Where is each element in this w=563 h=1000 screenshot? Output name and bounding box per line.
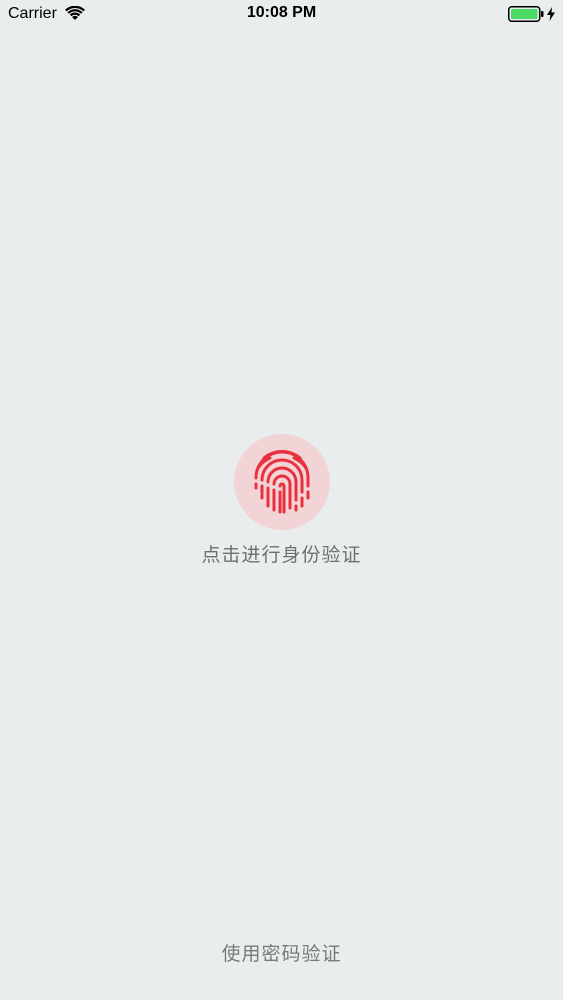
battery-group xyxy=(508,6,555,22)
screen: Carrier 10:08 PM 点击进行身份验证 使用密码验证 xyxy=(0,0,563,1000)
auth-prompt: 点击进行身份验证 xyxy=(201,544,362,566)
use-password-button[interactable]: 使用密码验证 xyxy=(0,939,563,966)
use-password-label: 使用密码验证 xyxy=(221,943,342,965)
battery-icon xyxy=(508,6,544,22)
status-bar: Carrier 10:08 PM xyxy=(0,0,563,30)
clock: 10:08 PM xyxy=(246,4,317,21)
fingerprint-icon xyxy=(254,450,310,514)
fingerprint-button[interactable] xyxy=(234,434,330,530)
charging-bolt-icon xyxy=(547,7,555,21)
